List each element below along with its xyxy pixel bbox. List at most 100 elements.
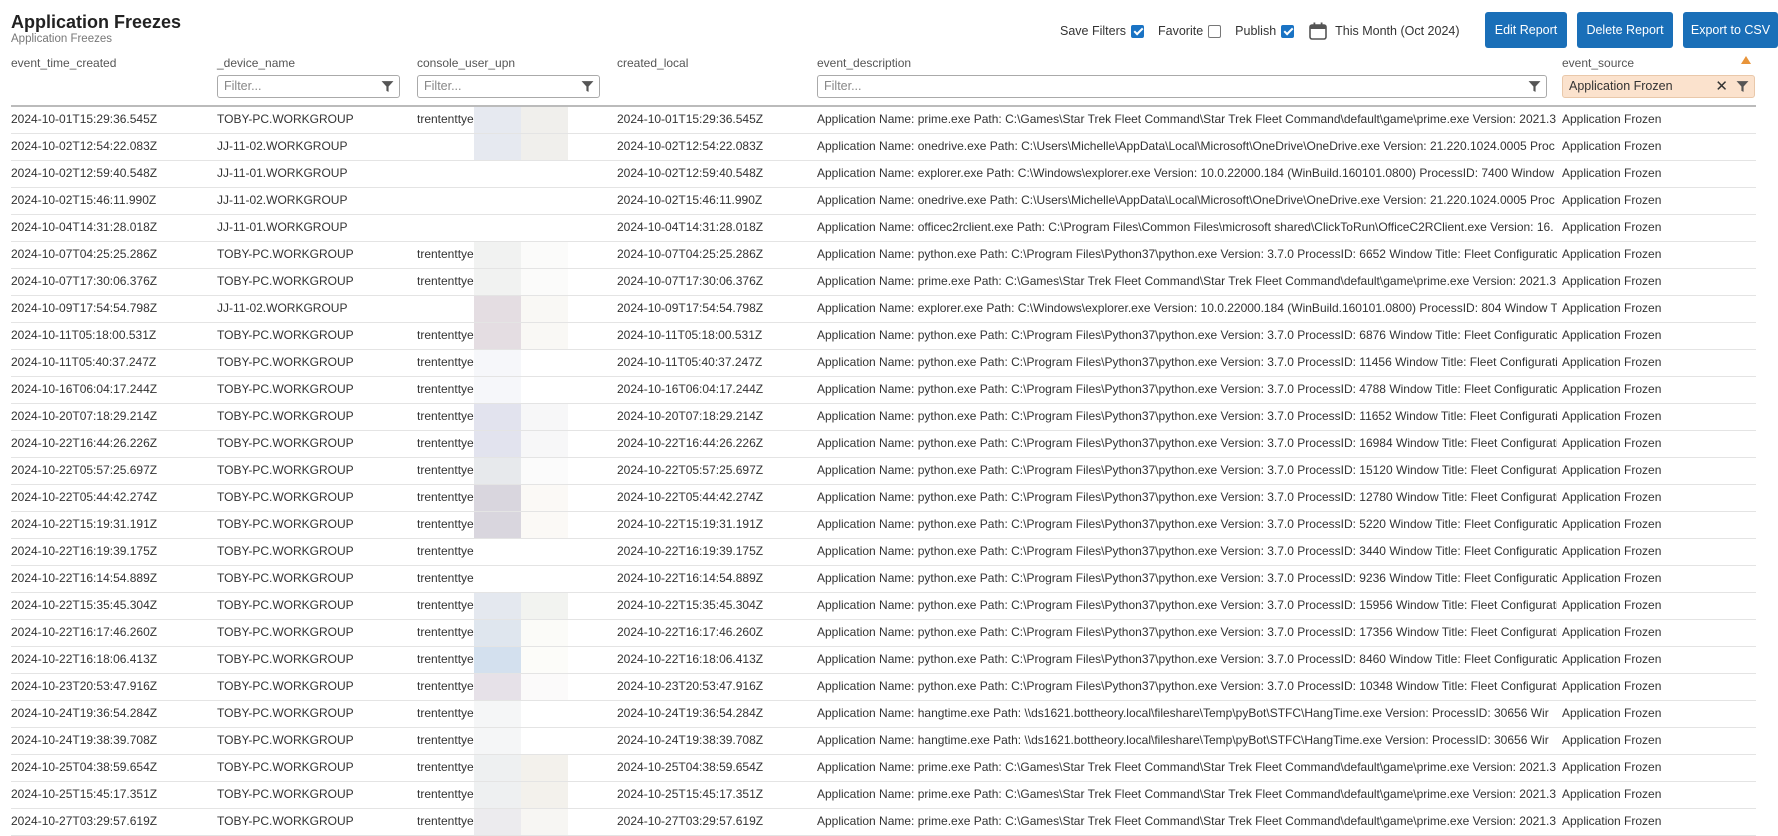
redacted-block bbox=[474, 782, 568, 809]
cell-event-description: Application Name: prime.exe Path: C:\Gam… bbox=[817, 760, 1556, 774]
publish-toggle[interactable]: Publish bbox=[1235, 24, 1295, 38]
table-row[interactable]: 2024-10-16T06:04:17.244Z TOBY-PC.WORKGROU… bbox=[0, 377, 1778, 404]
filter-icon[interactable] bbox=[1528, 80, 1541, 93]
cell-created-local: 2024-10-02T12:54:22.083Z bbox=[617, 139, 764, 153]
redacted-block bbox=[474, 188, 568, 215]
event-source-filter[interactable]: ✕ bbox=[1562, 75, 1755, 98]
cell-event-time-created: 2024-10-07T04:25:25.286Z bbox=[11, 247, 158, 261]
table-row[interactable]: 2024-10-07T17:30:06.376Z TOBY-PC.WORKGROU… bbox=[0, 269, 1778, 296]
cell-event-time-created: 2024-10-24T19:38:39.708Z bbox=[11, 733, 158, 747]
cell-event-time-created: 2024-10-22T16:44:26.226Z bbox=[11, 436, 158, 450]
event-source-filter-input[interactable] bbox=[1569, 79, 1730, 93]
cell-device-name: TOBY-PC.WORKGROUP bbox=[217, 274, 354, 288]
cell-event-source: Application Frozen bbox=[1562, 679, 1662, 693]
table-row[interactable]: 2024-10-22T05:57:25.697Z TOBY-PC.WORKGROU… bbox=[0, 458, 1778, 485]
cell-event-description: Application Name: explorer.exe Path: C:\… bbox=[817, 166, 1557, 180]
device-name-filter[interactable] bbox=[217, 75, 400, 98]
device-name-filter-input[interactable] bbox=[224, 79, 375, 93]
table-row[interactable]: 2024-10-02T12:59:40.548Z JJ-11-01.WORKGRO… bbox=[0, 161, 1778, 188]
column-header-event-time-created[interactable]: event_time_created bbox=[11, 56, 116, 70]
table-row[interactable]: 2024-10-11T05:40:37.247Z TOBY-PC.WORKGROU… bbox=[0, 350, 1778, 377]
edit-report-button[interactable]: Edit Report bbox=[1485, 12, 1567, 48]
column-header-event-description[interactable]: event_description bbox=[817, 56, 911, 70]
table-row[interactable]: 2024-10-11T05:18:00.531Z TOBY-PC.WORKGROU… bbox=[0, 323, 1778, 350]
column-header-event-source[interactable]: event_source bbox=[1562, 56, 1634, 70]
filter-icon[interactable] bbox=[1736, 80, 1749, 93]
cell-event-time-created: 2024-10-16T06:04:17.244Z bbox=[11, 382, 158, 396]
cell-console-user-upn: trententtye bbox=[417, 112, 474, 126]
cell-event-description: Application Name: python.exe Path: C:\Pr… bbox=[817, 382, 1557, 396]
favorite-checkbox[interactable] bbox=[1208, 24, 1222, 38]
table-row[interactable]: 2024-10-25T15:45:17.351Z TOBY-PC.WORKGROU… bbox=[0, 782, 1778, 809]
redacted-block-segment bbox=[474, 296, 521, 323]
cell-event-source: Application Frozen bbox=[1562, 463, 1662, 477]
sort-ascending-icon[interactable] bbox=[1741, 56, 1751, 64]
publish-checkbox[interactable] bbox=[1281, 24, 1295, 38]
favorite-toggle[interactable]: Favorite bbox=[1158, 24, 1222, 38]
delete-report-button[interactable]: Delete Report bbox=[1577, 12, 1673, 48]
cell-event-description: Application Name: prime.exe Path: C:\Gam… bbox=[817, 787, 1556, 801]
table-row[interactable]: 2024-10-22T05:44:42.274Z TOBY-PC.WORKGROU… bbox=[0, 485, 1778, 512]
redacted-block bbox=[474, 431, 568, 458]
cell-created-local: 2024-10-09T17:54:54.798Z bbox=[617, 301, 764, 315]
table-row[interactable]: 2024-10-02T12:54:22.083Z JJ-11-02.WORKGRO… bbox=[0, 134, 1778, 161]
table-row[interactable]: 2024-10-22T15:19:31.191Z TOBY-PC.WORKGROU… bbox=[0, 512, 1778, 539]
save-filters-toggle[interactable]: Save Filters bbox=[1060, 24, 1144, 38]
redacted-block-segment bbox=[521, 296, 568, 323]
table-row[interactable]: 2024-10-02T15:46:11.990Z JJ-11-02.WORKGRO… bbox=[0, 188, 1778, 215]
table-row[interactable]: 2024-10-22T16:19:39.175Z TOBY-PC.WORKGROU… bbox=[0, 539, 1778, 566]
table-row[interactable]: 2024-10-20T07:18:29.214Z TOBY-PC.WORKGROU… bbox=[0, 404, 1778, 431]
cell-event-description: Application Name: python.exe Path: C:\Pr… bbox=[817, 544, 1557, 558]
event-description-filter-input[interactable] bbox=[824, 79, 1522, 93]
redacted-block-segment bbox=[521, 755, 568, 782]
cell-event-time-created: 2024-10-11T05:40:37.247Z bbox=[11, 355, 157, 369]
redacted-block-segment bbox=[474, 620, 521, 647]
redacted-block-segment bbox=[474, 161, 521, 188]
cell-console-user-upn: trententtye bbox=[417, 598, 474, 612]
column-header-device-name[interactable]: _device_name bbox=[217, 56, 295, 70]
cell-event-source: Application Frozen bbox=[1562, 517, 1662, 531]
column-header-console-user-upn[interactable]: console_user_upn bbox=[417, 56, 515, 70]
redacted-block bbox=[474, 539, 568, 566]
cell-event-time-created: 2024-10-11T05:18:00.531Z bbox=[11, 328, 157, 342]
table-row[interactable]: 2024-10-09T17:54:54.798Z JJ-11-02.WORKGRO… bbox=[0, 296, 1778, 323]
redacted-block-segment bbox=[521, 242, 568, 269]
cell-event-description: Application Name: officec2rclient.exe Pa… bbox=[817, 220, 1554, 234]
cell-created-local: 2024-10-22T16:18:06.413Z bbox=[617, 652, 764, 666]
cell-created-local: 2024-10-04T14:31:28.018Z bbox=[617, 220, 764, 234]
console-user-filter[interactable] bbox=[417, 75, 600, 98]
export-csv-button[interactable]: Export to CSV bbox=[1683, 12, 1778, 48]
table-row[interactable]: 2024-10-07T04:25:25.286Z TOBY-PC.WORKGROU… bbox=[0, 242, 1778, 269]
table-row[interactable]: 2024-10-22T16:18:06.413Z TOBY-PC.WORKGROU… bbox=[0, 647, 1778, 674]
redacted-block-segment bbox=[521, 161, 568, 188]
redacted-block-segment bbox=[521, 458, 568, 485]
table-row[interactable]: 2024-10-22T16:17:46.260Z TOBY-PC.WORKGROU… bbox=[0, 620, 1778, 647]
filter-icon[interactable] bbox=[381, 80, 394, 93]
cell-console-user-upn: trententtye bbox=[417, 625, 474, 639]
console-user-filter-input[interactable] bbox=[424, 79, 575, 93]
table-row[interactable]: 2024-10-22T16:44:26.226Z TOBY-PC.WORKGROU… bbox=[0, 431, 1778, 458]
table-row[interactable]: 2024-10-24T19:38:39.708Z TOBY-PC.WORKGROU… bbox=[0, 728, 1778, 755]
table-row[interactable]: 2024-10-22T15:35:45.304Z TOBY-PC.WORKGROU… bbox=[0, 593, 1778, 620]
clear-filter-icon[interactable]: ✕ bbox=[1715, 77, 1728, 95]
cell-created-local: 2024-10-22T05:44:42.274Z bbox=[617, 490, 764, 504]
table-row[interactable]: 2024-10-22T16:14:54.889Z TOBY-PC.WORKGROU… bbox=[0, 566, 1778, 593]
table-row[interactable]: 2024-10-04T14:31:28.018Z JJ-11-01.WORKGRO… bbox=[0, 215, 1778, 242]
cell-device-name: TOBY-PC.WORKGROUP bbox=[217, 733, 354, 747]
cell-event-time-created: 2024-10-22T15:35:45.304Z bbox=[11, 598, 158, 612]
redacted-block-segment bbox=[521, 404, 568, 431]
column-header-created-local[interactable]: created_local bbox=[617, 56, 688, 70]
table-row[interactable]: 2024-10-01T15:29:36.545Z TOBY-PC.WORKGROU… bbox=[0, 107, 1778, 134]
table-row[interactable]: 2024-10-24T19:36:54.284Z TOBY-PC.WORKGROU… bbox=[0, 701, 1778, 728]
date-range-picker[interactable]: This Month (Oct 2024) bbox=[1308, 21, 1460, 41]
filter-icon[interactable] bbox=[581, 80, 594, 93]
cell-device-name: TOBY-PC.WORKGROUP bbox=[217, 463, 354, 477]
save-filters-checkbox[interactable] bbox=[1131, 24, 1144, 38]
cell-device-name: JJ-11-02.WORKGROUP bbox=[217, 193, 348, 207]
table-row[interactable]: 2024-10-23T20:53:47.916Z TOBY-PC.WORKGROU… bbox=[0, 674, 1778, 701]
cell-created-local: 2024-10-22T16:44:26.226Z bbox=[617, 436, 764, 450]
redacted-block-segment bbox=[521, 107, 568, 134]
cell-event-time-created: 2024-10-22T16:14:54.889Z bbox=[11, 571, 158, 585]
table-row[interactable]: 2024-10-25T04:38:59.654Z TOBY-PC.WORKGROU… bbox=[0, 755, 1778, 782]
event-description-filter[interactable] bbox=[817, 75, 1547, 98]
